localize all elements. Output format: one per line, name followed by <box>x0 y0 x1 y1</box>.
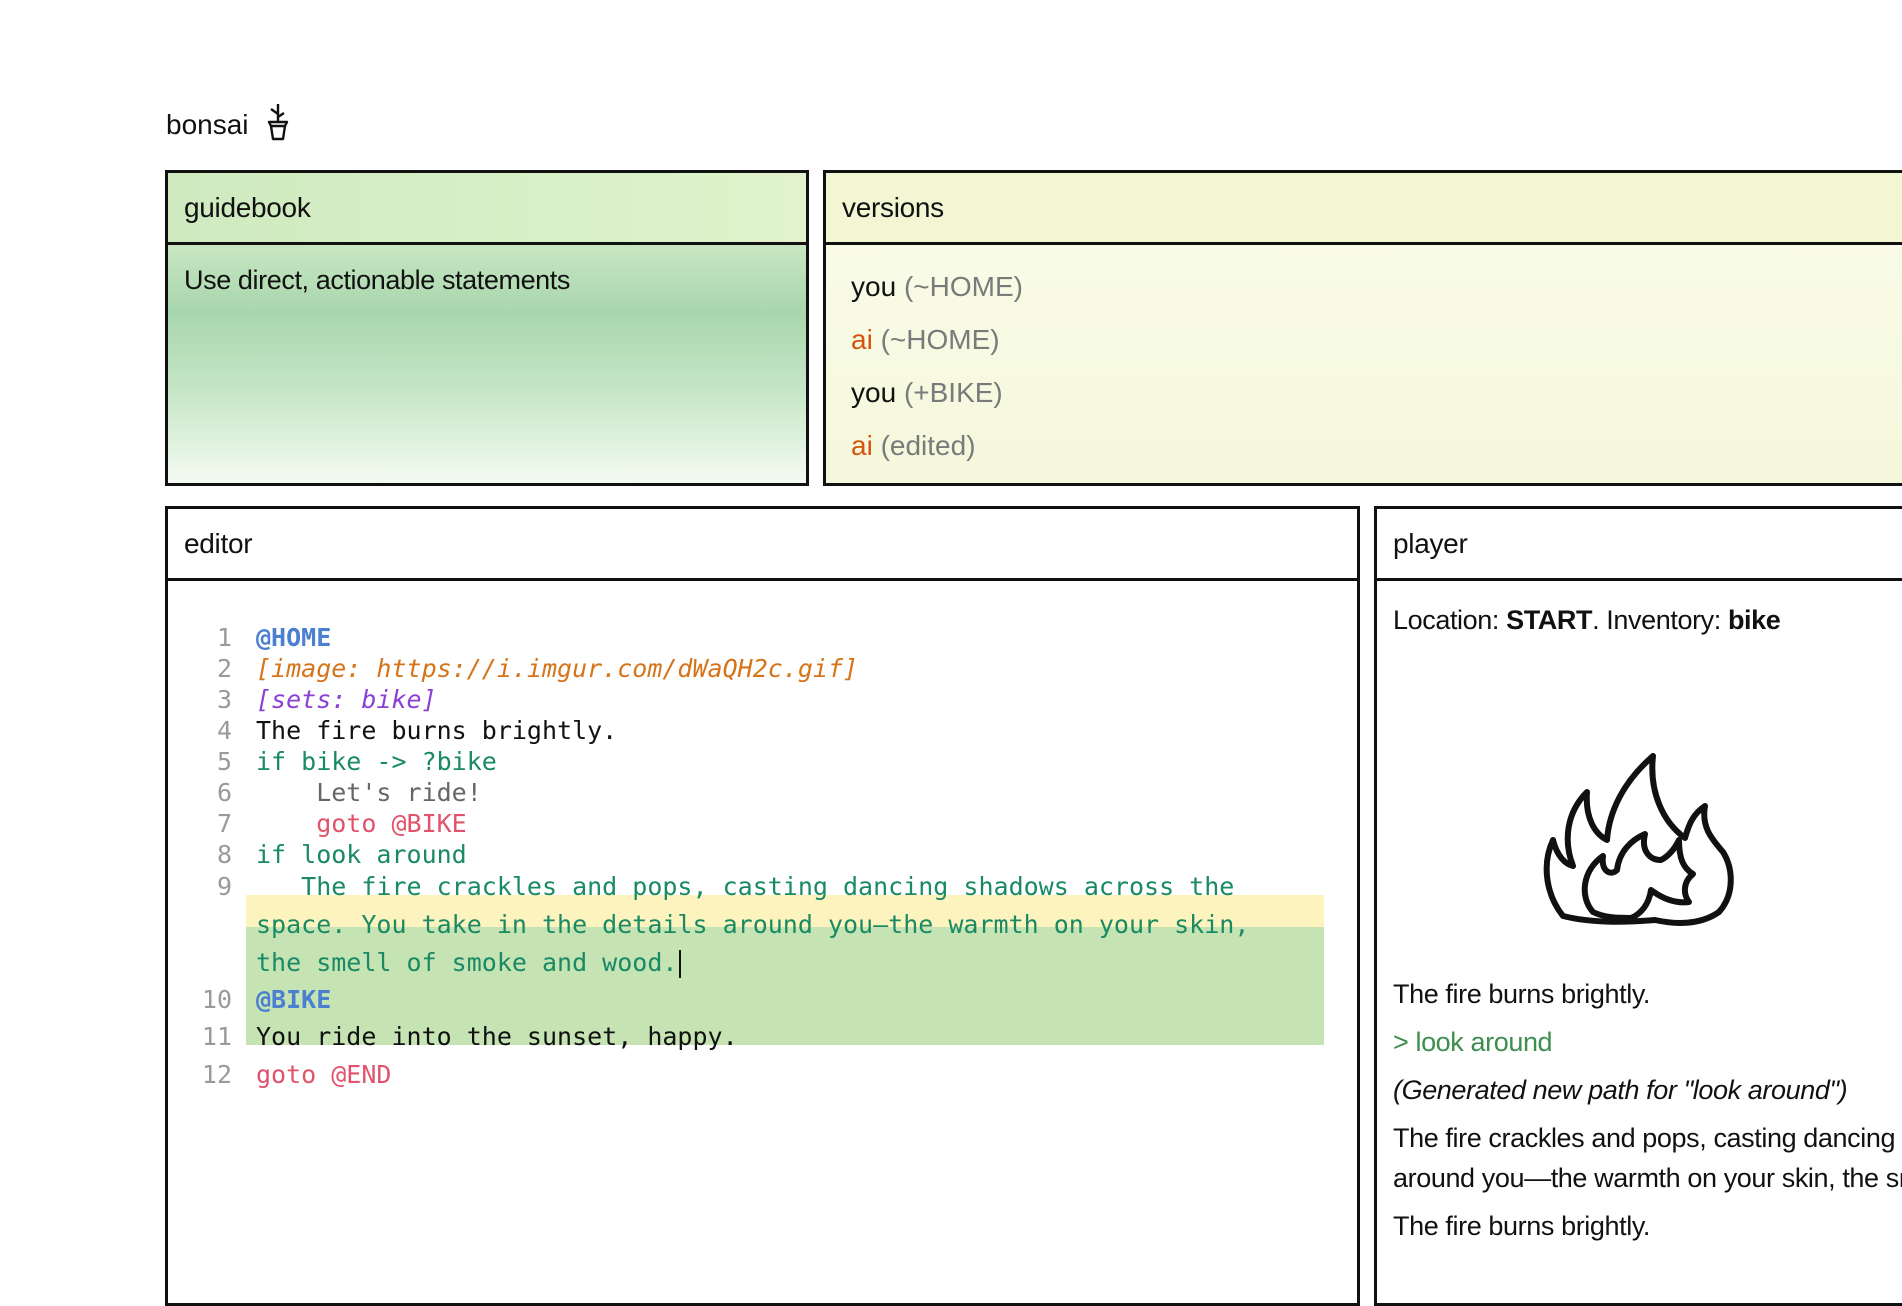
version-item[interactable]: you (+BIKE) <box>851 369 1902 422</box>
line-text: You ride into the sunset, happy. <box>256 1022 738 1051</box>
version-tag: (edited) <box>880 430 976 461</box>
fire-icon <box>1523 736 1763 936</box>
line-number: 10 <box>201 985 232 1014</box>
line-text-content: the smell of smoke and wood. <box>256 948 678 977</box>
version-author: ai <box>851 430 873 461</box>
versions-list: you (~HOME) ai (~HOME) you (+BIKE) ai (e… <box>826 245 1902 475</box>
version-item[interactable]: you (~HOME) <box>851 263 1902 316</box>
player-status: Location: START. Inventory: bike <box>1393 605 1781 635</box>
code-line: 10 @BIKE <box>168 981 1357 1019</box>
app-title: bonsai <box>166 108 249 140</box>
line-number: 9 <box>216 872 232 901</box>
player-title: player <box>1377 509 1902 581</box>
editor-title: editor <box>168 509 1357 581</box>
story-paragraph: The fire burns brightly. <box>1393 1211 1651 1241</box>
version-item[interactable]: ai (edited) <box>851 422 1902 475</box>
inventory-value: bike <box>1727 605 1781 635</box>
code-line: 9 The fire crackles and pops, casting da… <box>168 868 1357 906</box>
text-cursor <box>679 950 682 978</box>
version-item[interactable]: ai (~HOME) <box>851 316 1902 369</box>
guidebook-text[interactable]: Use direct, actionable statements <box>168 245 806 316</box>
line-text: space. You take in the details around yo… <box>256 910 1250 939</box>
version-author: ai <box>851 324 873 355</box>
bonsai-pot-icon <box>263 100 293 149</box>
versions-title: versions <box>826 173 1902 245</box>
version-author: you <box>851 271 897 302</box>
app-header: bonsai <box>166 100 293 149</box>
location-label: Location: <box>1393 605 1499 635</box>
version-author: you <box>851 377 897 408</box>
line-number: 12 <box>201 1060 232 1089</box>
version-tag: (+BIKE) <box>903 377 1003 408</box>
player-panel: player Location: START. Inventory: bike … <box>1374 506 1902 1306</box>
line-text: the smell of smoke and wood. <box>256 944 682 982</box>
player-action: > look around <box>1393 1027 1553 1057</box>
player-output: Location: START. Inventory: bike The fir… <box>1377 581 1902 1270</box>
versions-panel: versions you (~HOME) ai (~HOME) you (+BI… <box>823 170 1902 486</box>
generation-notice: (Generated new path for "look around") <box>1393 1075 1848 1105</box>
story-paragraph: The fire crackles and pops, casting danc… <box>1393 1123 1902 1153</box>
line-text: goto @END <box>256 1060 392 1089</box>
version-tag: (~HOME) <box>903 271 1023 302</box>
location-value: START <box>1506 605 1593 635</box>
code-line: 12 goto @END <box>168 1056 1357 1094</box>
editor-panel: editor 1 @HOME 2 [image: https://i.imgur… <box>165 506 1360 1306</box>
code-line: space. You take in the details around yo… <box>168 906 1357 944</box>
story-paragraph-cont: around you—the warmth on your skin, the … <box>1393 1163 1902 1193</box>
line-text: The fire crackles and pops, casting danc… <box>256 872 1235 901</box>
code-line: 11 You ride into the sunset, happy. <box>168 1018 1357 1056</box>
player-log: The fire burns brightly. > look around (… <box>1393 974 1902 1246</box>
story-paragraph: The fire burns brightly. <box>1393 979 1651 1009</box>
version-tag: (~HOME) <box>880 324 1000 355</box>
guidebook-panel: guidebook Use direct, actionable stateme… <box>165 170 809 486</box>
guidebook-title: guidebook <box>168 173 806 245</box>
line-number: 11 <box>201 1022 232 1051</box>
line-text: @BIKE <box>256 985 332 1014</box>
inventory-label: Inventory: <box>1606 605 1721 635</box>
code-line: the smell of smoke and wood. <box>168 944 1357 982</box>
